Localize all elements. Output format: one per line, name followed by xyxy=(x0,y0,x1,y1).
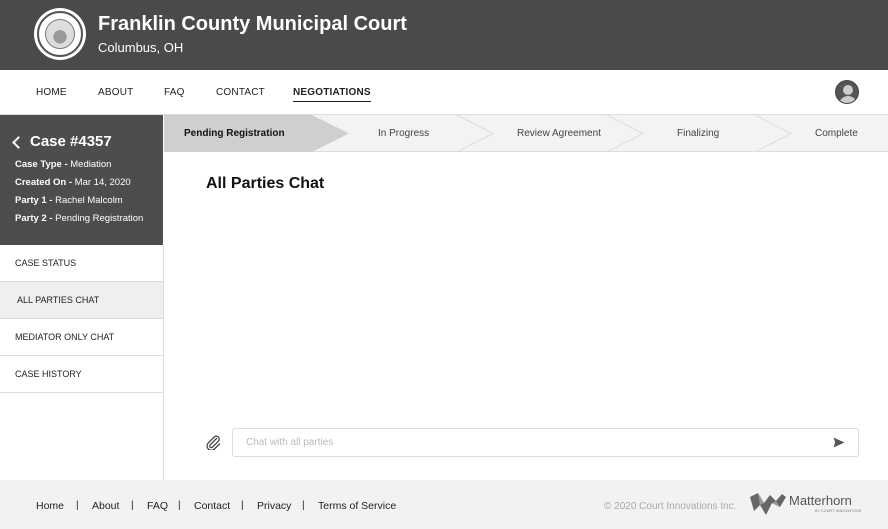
case-info-panel: Case #4357 Case Type - Mediation Created… xyxy=(0,115,163,245)
footer-separator: | xyxy=(241,500,244,511)
nav-faq[interactable]: FAQ xyxy=(164,87,185,98)
footer-link-contact[interactable]: Contact xyxy=(194,500,230,512)
court-title: Franklin County Municipal Court xyxy=(98,13,407,35)
step-finalizing: Finalizing xyxy=(677,128,720,139)
brand-name: Matterhorn xyxy=(789,493,852,508)
footer-link-faq[interactable]: FAQ xyxy=(147,500,168,512)
chat-title: All Parties Chat xyxy=(206,175,325,192)
brand-tagline: BY COURT INNOVATIONS xyxy=(815,509,862,513)
sidebar-item-case-history[interactable]: CASE HISTORY xyxy=(0,356,163,393)
main-nav: HOME ABOUT FAQ CONTACT NEGOTIATIONS xyxy=(0,70,888,115)
sidebar-item-all-parties-chat[interactable]: ALL PARTIES CHAT xyxy=(0,282,163,319)
case-created: Created On - Mar 14, 2020 xyxy=(15,177,131,188)
footer-separator: | xyxy=(76,500,79,511)
sidebar-item-mediator-only-chat[interactable]: MEDIATOR ONLY CHAT xyxy=(0,319,163,356)
progress-steps: Pending Registration In Progress Review … xyxy=(164,115,888,152)
nav-contact[interactable]: CONTACT xyxy=(216,87,265,98)
nav-home[interactable]: HOME xyxy=(36,87,67,98)
matterhorn-logo-icon xyxy=(750,493,786,515)
footer-separator: | xyxy=(131,500,134,511)
case-type: Case Type - Mediation xyxy=(15,159,112,170)
footer-link-home[interactable]: Home xyxy=(36,500,64,512)
step-pending-registration: Pending Registration xyxy=(184,128,285,139)
footer-link-about[interactable]: About xyxy=(92,500,119,512)
sidebar-menu: CASE STATUS ALL PARTIES CHAT MEDIATOR ON… xyxy=(0,245,163,393)
sidebar-divider xyxy=(163,245,164,480)
step-in-progress: In Progress xyxy=(378,128,430,139)
copyright-text: © 2020 Court Innovations Inc. xyxy=(604,501,737,512)
sidebar-item-case-status[interactable]: CASE STATUS xyxy=(0,245,163,282)
court-location: Columbus, OH xyxy=(98,40,184,55)
county-seal-icon xyxy=(34,8,86,60)
case-title[interactable]: Case #4357 xyxy=(12,133,112,150)
footer-separator: | xyxy=(302,500,305,511)
chevron-left-icon[interactable] xyxy=(12,135,25,149)
step-review-agreement: Review Agreement xyxy=(517,128,601,139)
footer-link-terms[interactable]: Terms of Service xyxy=(318,500,396,512)
footer-separator: | xyxy=(178,500,181,511)
site-header: Franklin County Municipal Court Columbus… xyxy=(0,0,888,70)
case-number: Case #4357 xyxy=(30,133,112,150)
nav-negotiations[interactable]: NEGOTIATIONS xyxy=(293,87,371,102)
footer-link-privacy[interactable]: Privacy xyxy=(257,500,291,512)
chat-input[interactable] xyxy=(232,428,859,457)
case-party-1: Party 1 - Rachel Malcolm xyxy=(15,195,123,206)
case-party-2: Party 2 - Pending Registration xyxy=(15,213,144,224)
send-icon[interactable] xyxy=(833,437,845,448)
paperclip-icon[interactable] xyxy=(205,434,221,450)
user-avatar-icon[interactable] xyxy=(835,80,859,104)
nav-about[interactable]: ABOUT xyxy=(98,87,133,98)
step-complete: Complete xyxy=(815,128,858,139)
